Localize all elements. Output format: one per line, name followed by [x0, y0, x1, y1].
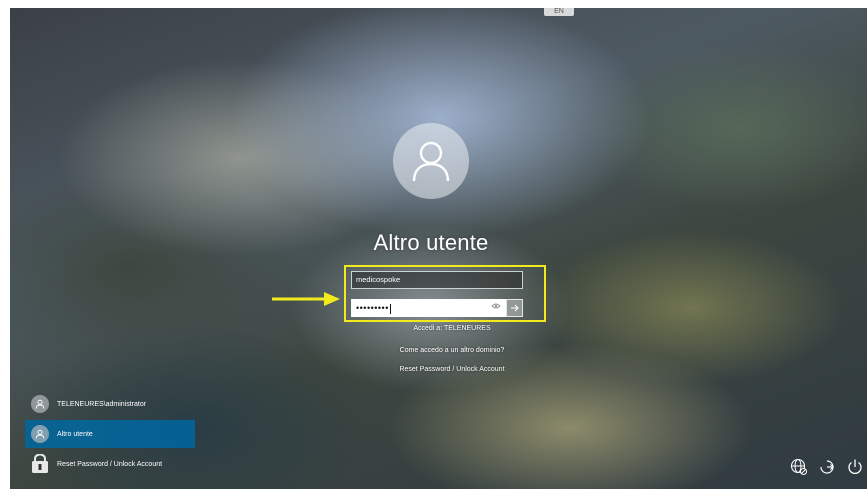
key-lock-icon: [31, 453, 49, 474]
reset-password-link[interactable]: Reset Password / Unlock Account: [302, 366, 602, 373]
username-input[interactable]: medicospoke: [351, 271, 523, 289]
user-avatar: [393, 123, 469, 199]
user-item-administrator[interactable]: TELENEURES\administrator: [25, 390, 195, 418]
yellow-arrow-annotation: [272, 292, 340, 306]
user-icon: [412, 141, 450, 182]
user-switcher-list: TELENEURES\administrator Altro utente Re…: [25, 390, 195, 480]
user-title: Altro utente: [373, 230, 489, 255]
user-item-label: Reset Password / Unlock Account: [57, 460, 163, 468]
sign-in-to-label: Accedi a: TELENEURES: [413, 325, 491, 332]
user-item-altro-utente[interactable]: Altro utente: [25, 420, 195, 448]
user-icon: [31, 425, 49, 443]
other-domain-link[interactable]: Come accedo a un altro dominio?: [302, 347, 602, 354]
submit-button[interactable]: [506, 299, 523, 317]
eye-icon[interactable]: [490, 302, 502, 314]
password-masked-value: •••••••••: [356, 303, 389, 313]
text-caret: [389, 303, 391, 314]
power-icon[interactable]: [846, 458, 864, 476]
arrow-right-icon: [510, 304, 519, 312]
keyboard-layout-indicator[interactable]: EN: [544, 8, 574, 16]
network-icon[interactable]: [790, 458, 808, 476]
user-item-label: TELENEURES\administrator: [57, 400, 147, 408]
password-input[interactable]: •••••••••: [351, 299, 506, 317]
lock-screen: EN Altro utente medicospoke ••••••••• Ac…: [10, 8, 867, 489]
user-icon: [31, 395, 49, 413]
password-row: •••••••••: [351, 299, 523, 317]
system-tray: [790, 458, 865, 478]
user-item-reset-password[interactable]: Reset Password / Unlock Account: [25, 450, 195, 478]
ease-of-access-icon[interactable]: [818, 458, 836, 476]
user-item-label: Altro utente: [57, 430, 93, 438]
